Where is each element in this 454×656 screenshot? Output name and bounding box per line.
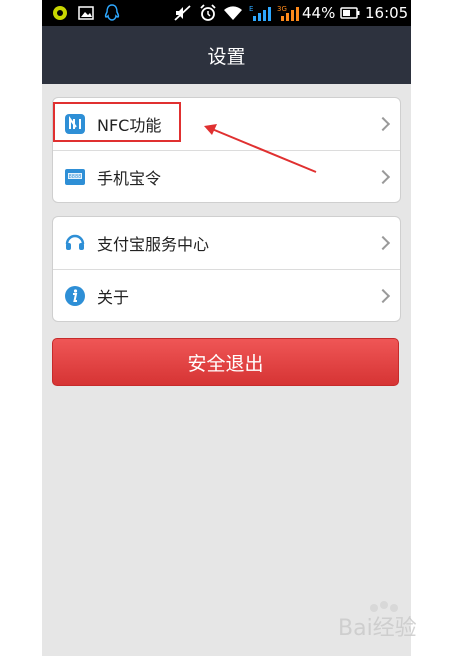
alarm-icon [199,0,217,26]
settings-item-label: 关于 [97,287,130,307]
battery-percent: 44% [302,4,336,22]
chevron-right-icon [375,169,391,184]
signal-3g-icon: 3G [277,0,299,26]
settings-group-2: 支付宝服务中心 关于 [52,216,401,322]
annotation-highlight-box [53,102,181,142]
settings-item-phone-token[interactable]: 8888 手机宝令 [53,150,400,202]
qq-icon [104,0,120,26]
watermark-text: Bai经验 [338,616,417,641]
svg-text:E: E [249,5,253,13]
app-notification-icon [52,0,68,26]
signal-icon: E [249,0,271,26]
settings-item-service-center[interactable]: 支付宝服务中心 [53,217,400,269]
info-icon [63,284,87,308]
chevron-right-icon [375,288,391,303]
clock: 16:05 [365,4,409,22]
svg-text:3G: 3G [277,5,287,13]
headset-icon [63,231,87,255]
settings-item-label: 手机宝令 [97,168,162,188]
title-bar: 设置 [42,26,411,84]
settings-item-about[interactable]: 关于 [53,269,400,321]
battery-icon [340,0,360,26]
status-bar: E 3G 44% 16:05 [42,0,411,26]
settings-item-label: 支付宝服务中心 [97,235,210,254]
svg-text:8888: 8888 [69,174,82,180]
gallery-icon [78,0,94,26]
wifi-icon [223,0,243,26]
mute-icon [174,0,192,26]
logout-button[interactable]: 安全退出 [52,338,399,386]
page-title: 设置 [207,45,246,68]
chevron-right-icon [375,235,391,251]
phone-screen: E 3G 44% 16:05 设置 NFC功能 8888 手机宝令 支付宝服务中… [42,0,411,656]
phone-token-icon: 8888 [63,165,87,189]
chevron-right-icon [375,116,391,132]
